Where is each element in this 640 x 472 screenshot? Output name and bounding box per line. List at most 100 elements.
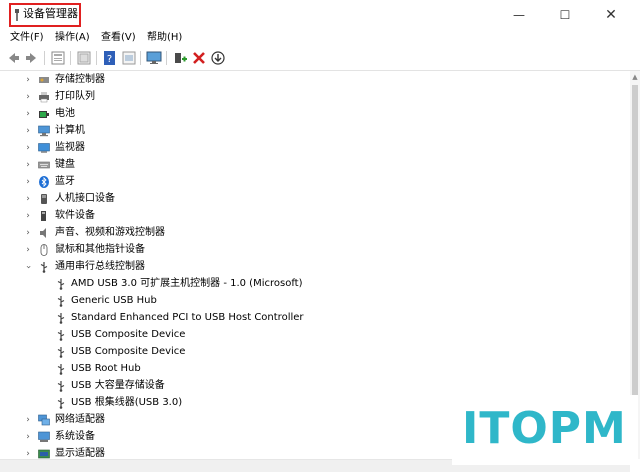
system-icon — [38, 431, 50, 442]
minimize-button[interactable]: — — [496, 0, 542, 30]
properties-icon[interactable] — [50, 50, 66, 66]
usb-device-item[interactable]: USB Composite Device — [0, 344, 620, 360]
bluetooth-icon — [39, 176, 49, 188]
tree-item-label: 人机接口设备 — [55, 193, 115, 204]
add-driver-icon[interactable] — [172, 50, 188, 66]
tree-item-print-queue[interactable]: › 打印队列 — [0, 89, 620, 105]
menu-view[interactable]: 查看(V) — [101, 31, 136, 45]
svg-text:?: ? — [107, 54, 112, 65]
usb-device-label: USB 大容量存储设备 — [71, 380, 165, 391]
usb-device-item[interactable]: USB Composite Device — [0, 327, 620, 343]
menu-file[interactable]: 文件(F) — [10, 31, 44, 45]
chevron-right-icon[interactable]: › — [24, 140, 32, 156]
battery-icon — [39, 111, 49, 118]
menu-action[interactable]: 操作(A) — [55, 31, 90, 45]
usb-device-label: USB Composite Device — [71, 329, 186, 340]
display-adapter-icon — [38, 449, 50, 459]
usb-icon — [57, 347, 65, 358]
watermark-text: ITOPM — [462, 403, 627, 454]
chevron-right-icon[interactable]: › — [24, 106, 32, 122]
tree-item-label: 软件设备 — [55, 210, 95, 221]
tree-item-usb-controllers[interactable]: › 通用串行总线控制器 — [0, 259, 620, 275]
computer-icon — [38, 125, 50, 137]
tree-item-keyboard[interactable]: › 键盘 — [0, 157, 620, 173]
scroll-thumb[interactable] — [632, 85, 638, 445]
chevron-right-icon[interactable]: › — [24, 225, 32, 241]
chevron-right-icon[interactable]: › — [24, 191, 32, 207]
usb-device-label: USB Root Hub — [71, 363, 141, 374]
tree-item-hid[interactable]: › 人机接口设备 — [0, 191, 620, 207]
usb-device-label: USB 根集线器(USB 3.0) — [71, 397, 183, 408]
usb-device-item[interactable]: Standard Enhanced PCI to USB Host Contro… — [0, 310, 620, 326]
tree-item-label: 存储控制器 — [55, 74, 105, 85]
toolbar-separator — [44, 51, 45, 65]
watermark-logo: ITOPM — [452, 395, 638, 465]
sound-icon — [40, 228, 46, 238]
chevron-right-icon[interactable]: › — [24, 446, 32, 459]
forward-icon[interactable] — [24, 50, 40, 66]
network-icon — [38, 414, 50, 426]
storage-icon — [39, 77, 49, 83]
tree-item-label: 系统设备 — [55, 431, 95, 442]
chevron-right-icon[interactable]: › — [24, 242, 32, 258]
help-icon[interactable]: ? — [102, 50, 118, 66]
show-hidden-icon[interactable] — [121, 50, 137, 66]
tree-item-label: 鼠标和其他指针设备 — [55, 244, 145, 255]
tree-item-battery[interactable]: › 电池 — [0, 106, 620, 122]
chevron-right-icon[interactable]: › — [24, 174, 32, 190]
chevron-right-icon[interactable]: › — [24, 157, 32, 173]
tree-item-sound[interactable]: › 声音、视频和游戏控制器 — [0, 225, 620, 241]
monitor-icon[interactable] — [146, 50, 162, 66]
usb-icon — [57, 398, 65, 409]
keyboard-icon — [38, 161, 50, 169]
uninstall-icon[interactable] — [191, 50, 207, 66]
tree-item-label: 蓝牙 — [55, 176, 75, 187]
chevron-right-icon[interactable]: › — [24, 89, 32, 105]
usb-icon — [57, 330, 65, 341]
toolbar-separator — [96, 51, 97, 65]
tree-item-label: 网络适配器 — [55, 414, 105, 425]
toolbar-separator — [140, 51, 141, 65]
tree-item-label: 声音、视频和游戏控制器 — [55, 227, 165, 238]
toolbar: ? — [0, 46, 640, 71]
back-icon[interactable] — [5, 50, 21, 66]
chevron-right-icon[interactable]: › — [24, 208, 32, 224]
chevron-down-icon[interactable]: › — [20, 263, 36, 271]
usb-device-label: Standard Enhanced PCI to USB Host Contro… — [71, 312, 304, 323]
chevron-right-icon[interactable]: › — [24, 429, 32, 445]
tree-item-label: 计算机 — [55, 125, 85, 136]
usb-icon — [57, 313, 65, 324]
usb-device-label: USB Composite Device — [71, 346, 186, 357]
scroll-up-arrow-icon[interactable]: ▲ — [630, 71, 640, 83]
printer-icon — [39, 92, 49, 103]
usb-device-item[interactable]: AMD USB 3.0 可扩展主机控制器 - 1.0 (Microsoft) — [0, 276, 620, 292]
toolbar-separator — [70, 51, 71, 65]
usb-icon — [57, 381, 65, 392]
chevron-right-icon[interactable]: › — [24, 72, 32, 88]
close-button[interactable]: ✕ — [588, 0, 634, 30]
tree-item-monitors[interactable]: › 监视器 — [0, 140, 620, 156]
tree-item-software-devices[interactable]: › 软件设备 — [0, 208, 620, 224]
usb-device-item[interactable]: USB 大容量存储设备 — [0, 378, 620, 394]
tree-item-mouse[interactable]: › 鼠标和其他指针设备 — [0, 242, 620, 258]
scan-icon[interactable] — [76, 50, 92, 66]
tree-item-label: 通用串行总线控制器 — [55, 261, 145, 272]
usb-icon — [57, 279, 65, 290]
tree-item-label: 监视器 — [55, 142, 85, 153]
usb-device-label: Generic USB Hub — [71, 295, 157, 306]
maximize-button[interactable]: ☐ — [542, 0, 588, 30]
tree-item-computer[interactable]: › 计算机 — [0, 123, 620, 139]
menu-bar: 文件(F) 操作(A) 查看(V) 帮助(H) — [0, 30, 640, 46]
usb-device-item[interactable]: Generic USB Hub — [0, 293, 620, 309]
usb-icon — [40, 262, 48, 273]
tree-item-label: 显示适配器 — [55, 448, 105, 459]
usb-device-item[interactable]: USB Root Hub — [0, 361, 620, 377]
update-driver-icon[interactable] — [210, 50, 226, 66]
chevron-right-icon[interactable]: › — [24, 412, 32, 428]
mouse-icon — [40, 244, 48, 256]
tree-item-label: 键盘 — [55, 159, 75, 170]
tree-item-storage[interactable]: › 存储控制器 — [0, 72, 620, 88]
tree-item-bluetooth[interactable]: › 蓝牙 — [0, 174, 620, 190]
menu-help[interactable]: 帮助(H) — [147, 31, 182, 45]
chevron-right-icon[interactable]: › — [24, 123, 32, 139]
